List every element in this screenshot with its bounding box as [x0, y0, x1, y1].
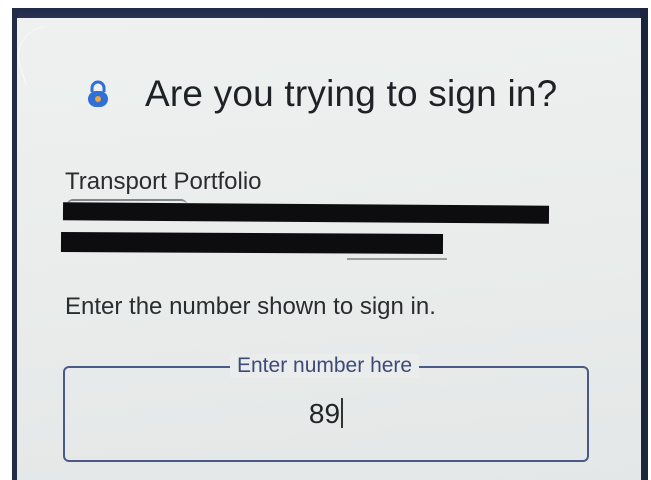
number-input-value-row[interactable]: 89	[65, 398, 587, 430]
device-bezel-right	[640, 8, 648, 480]
dialog-header: Are you trying to sign in?	[85, 73, 557, 115]
organization-name: Transport Portfolio	[65, 168, 262, 195]
number-input-value[interactable]: 89	[309, 398, 340, 429]
redacted-text-remnant	[347, 250, 447, 260]
text-caret	[341, 398, 344, 428]
instruction-text: Enter the number shown to sign in.	[65, 293, 436, 320]
sign-in-approval-dialog: Are you trying to sign in? Transport Por…	[17, 18, 641, 480]
photo-frame: Are you trying to sign in? Transport Por…	[0, 0, 651, 480]
lock-shield-icon	[85, 79, 111, 109]
number-input-field[interactable]: Enter number here 89	[63, 354, 589, 462]
number-input-label: Enter number here	[230, 354, 420, 378]
dialog-title: Are you trying to sign in?	[145, 73, 558, 114]
redacted-account-email	[62, 202, 550, 224]
screen-glare	[17, 25, 61, 86]
